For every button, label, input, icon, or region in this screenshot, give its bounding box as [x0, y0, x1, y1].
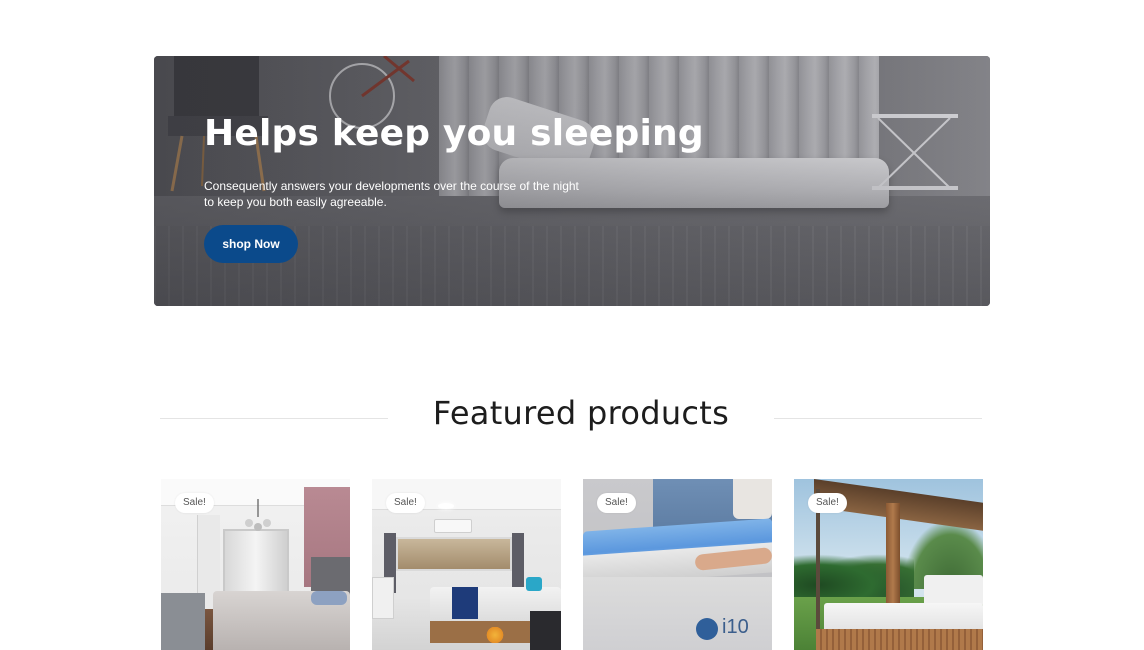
sale-badge: Sale! [175, 493, 214, 513]
hero-description: Consequently answers your developments o… [204, 179, 579, 209]
sale-badge: Sale! [597, 493, 636, 513]
product-card[interactable]: Sale! [161, 479, 350, 650]
sale-badge: Sale! [808, 493, 847, 513]
page: Helps keep you sleeping Consequently ans… [0, 0, 1144, 650]
product-card[interactable]: i10 Sale! [583, 479, 772, 650]
sale-badge: Sale! [386, 493, 425, 513]
product-card[interactable]: Sale! [372, 479, 561, 650]
section-title: Featured products [432, 394, 730, 432]
brand-logo-icon [696, 618, 718, 640]
hero-title: Helps keep you sleeping [204, 113, 704, 154]
hero-banner: Helps keep you sleeping Consequently ans… [154, 56, 990, 306]
product-grid: Sale! Sale! i10 Sale! Sale! [161, 479, 983, 650]
featured-products-heading: Featured products [160, 390, 982, 440]
heading-divider-right [774, 418, 982, 419]
brand-logo-text: i10 [722, 616, 749, 638]
product-card[interactable]: Sale! [794, 479, 983, 650]
chandelier-icon [245, 499, 271, 531]
shop-now-button[interactable]: shop Now [204, 225, 298, 263]
heading-divider-left [160, 418, 388, 419]
